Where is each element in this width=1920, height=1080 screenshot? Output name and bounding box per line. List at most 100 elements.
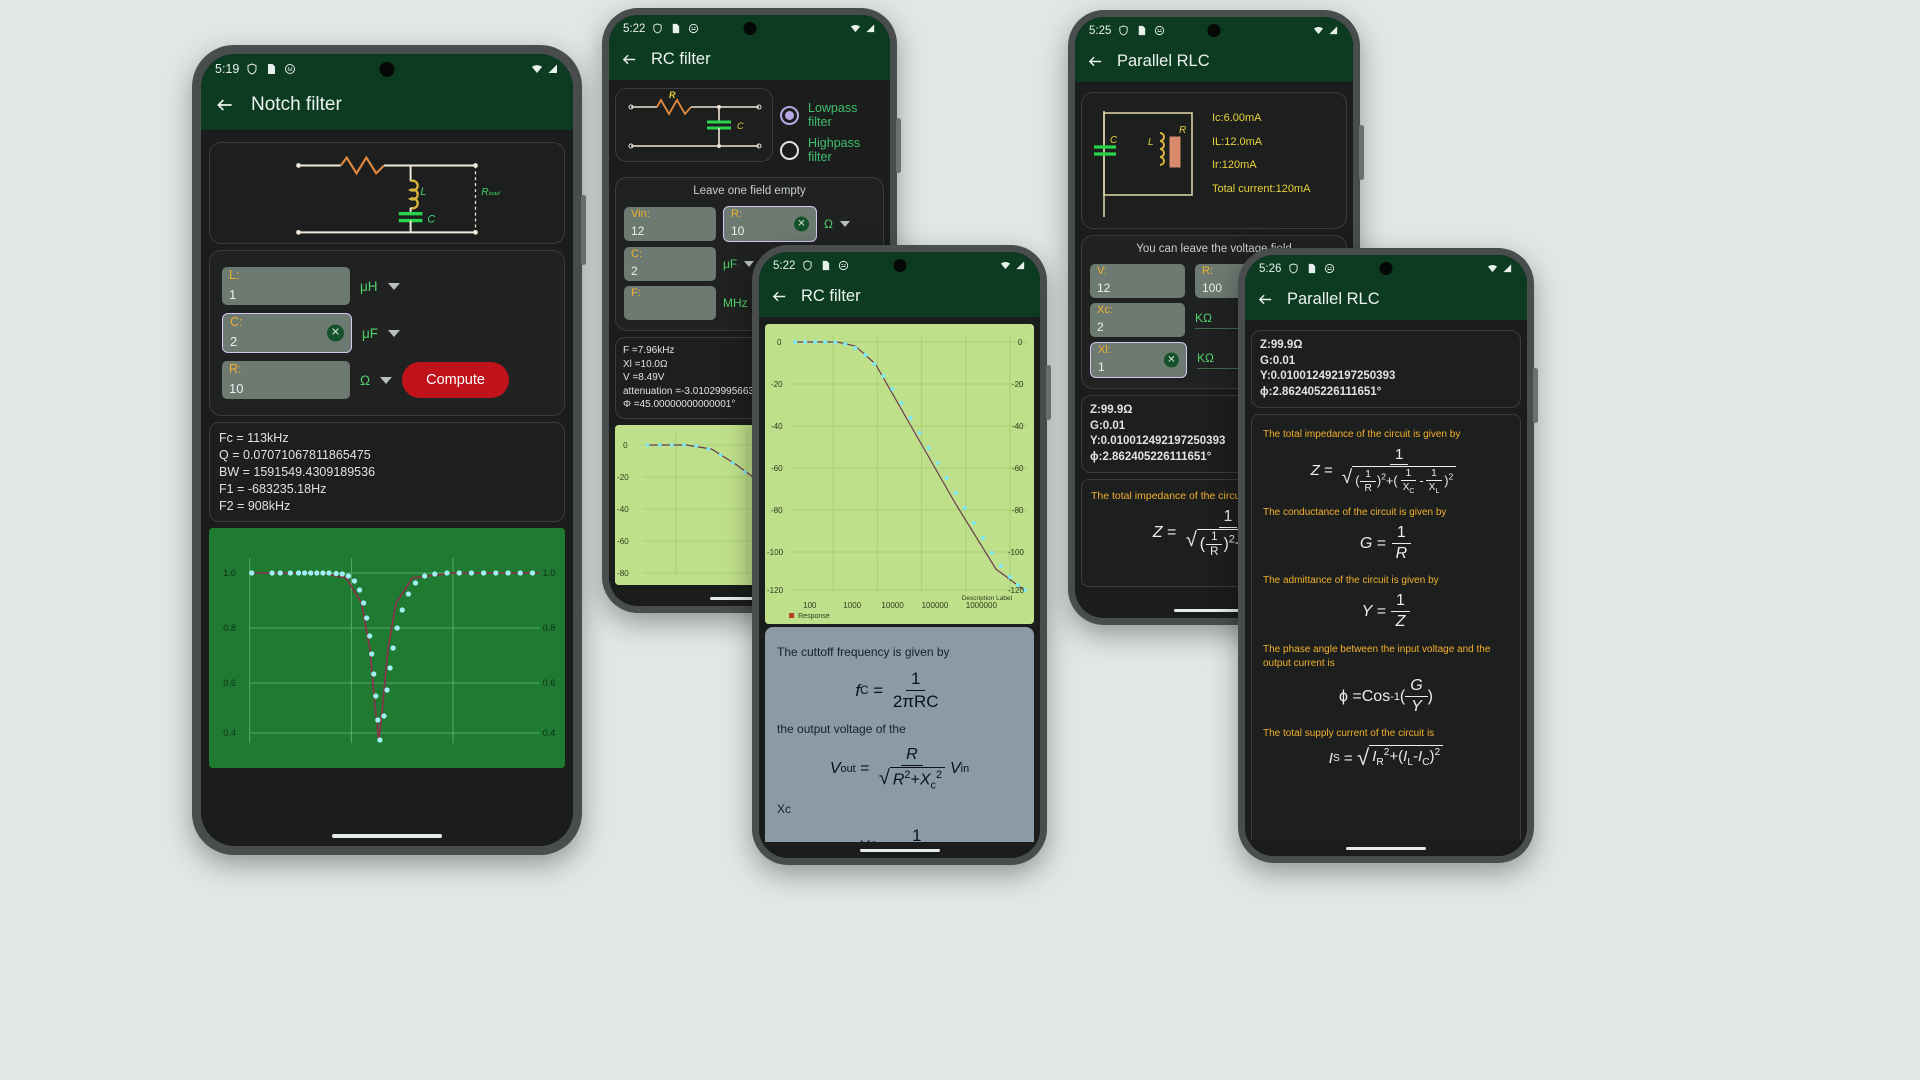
svg-text:-60: -60: [771, 464, 783, 473]
home-indicator[interactable]: [1346, 846, 1426, 850]
svg-text:-20: -20: [771, 380, 783, 389]
result-phi: ϕ:2.862405226111651°: [1260, 385, 1382, 398]
field-label: Vin:: [631, 208, 650, 220]
resistor-label: R: [1179, 125, 1186, 136]
svg-text:1.0: 1.0: [223, 568, 236, 578]
app-bar: Notch filter: [201, 84, 573, 130]
back-arrow-icon[interactable]: [1257, 291, 1274, 308]
chevron-down-icon[interactable]: [388, 329, 401, 337]
chevron-down-icon[interactable]: [744, 261, 755, 267]
result-line: Q = 0.07071067811865475: [219, 447, 371, 462]
unit-label: μF: [362, 325, 379, 341]
clear-icon[interactable]: ✕: [327, 324, 344, 342]
chevron-down-icon[interactable]: [839, 221, 850, 227]
status-bar: 5:22: [609, 15, 890, 42]
field-label: Xc:: [1097, 304, 1113, 316]
rc-bode-chart[interactable]: 0 -20 -40 -60 -80 -100 -120 0 -20 -40 -60 -80 -10…: [765, 324, 1034, 624]
phone-rc-filter-graph: 5:22 RC filter 0 -20 -40 -60 -80 -100 -1…: [752, 245, 1051, 865]
result-line: ϕ:2.862405226111651°: [1260, 385, 1512, 401]
unit-label: KΩ: [1197, 351, 1214, 365]
compute-button[interactable]: Compute: [402, 362, 509, 398]
formula-caption-supply-current: The total supply current of the circuit …: [1263, 728, 1435, 740]
unit-label: KΩ: [1195, 311, 1212, 325]
svg-text:0.6: 0.6: [223, 678, 236, 688]
conductance-formula: G = 1R: [1263, 524, 1509, 563]
signal-icon: [1016, 261, 1025, 270]
chevron-down-icon[interactable]: [387, 282, 400, 290]
resistance-input[interactable]: R: 10 ✕: [723, 206, 817, 242]
result-y: Y:0.010012492197250393: [1260, 370, 1396, 383]
back-arrow-icon[interactable]: [215, 95, 235, 115]
capacitance-input[interactable]: C: 2: [624, 247, 716, 281]
vin-input[interactable]: Vin: 12: [624, 207, 716, 241]
result-line: F1 = -683235.18Hz: [219, 481, 327, 496]
home-indicator[interactable]: [859, 848, 940, 852]
resistance-input[interactable]: R: 10: [222, 361, 350, 399]
xl-input[interactable]: Xl: 1 ✕: [1090, 342, 1187, 378]
field-label: L:: [229, 268, 240, 282]
voltage-input[interactable]: V: 12: [1090, 264, 1185, 298]
radio-highpass[interactable]: Highpass filter: [780, 136, 884, 164]
capacitor-label: C: [737, 121, 744, 131]
circuit-diagram-parallel-rlc: C L R Ic:6.00mA IL:12.0mA Ir:120mA Total…: [1081, 92, 1347, 229]
supply-current-formula: IS = √ IR2+(IL-IC)2: [1263, 745, 1509, 771]
power-button[interactable]: [1359, 125, 1364, 180]
inductance-input[interactable]: L: 1: [222, 267, 350, 305]
wifi-icon: [850, 24, 861, 33]
svg-text:0.4: 0.4: [543, 728, 556, 738]
svg-text:-40: -40: [617, 505, 629, 514]
field-row-c: C: 2 ✕ μF: [222, 313, 552, 353]
radio-lowpass[interactable]: Lowpass filter: [780, 101, 884, 129]
power-button[interactable]: [1046, 365, 1051, 420]
power-button[interactable]: [1533, 368, 1538, 423]
svg-text:Description Label: Description Label: [962, 595, 1013, 602]
impedance-formula: Z = 1 √(1 R)2+(1 XC -1 XL)2: [1263, 446, 1509, 495]
frequency-input[interactable]: F:: [624, 286, 716, 320]
shield-icon: [1119, 25, 1129, 36]
circuit-diagram-notch: L C Rload: [209, 142, 565, 244]
formula-caption-phase: The phase angle between the input voltag…: [1263, 644, 1491, 670]
result-line: Fc = 113kHz: [219, 431, 289, 445]
clear-icon[interactable]: ✕: [794, 216, 809, 232]
result-phi: ϕ:2.862405226111651°: [1090, 450, 1212, 463]
capacitor-label: C: [427, 214, 435, 226]
back-arrow-icon[interactable]: [1087, 53, 1104, 70]
svg-text:0.8: 0.8: [543, 623, 556, 633]
clear-icon[interactable]: ✕: [1164, 352, 1179, 368]
field-label: C:: [631, 248, 642, 260]
chevron-down-icon[interactable]: [380, 376, 393, 384]
xc-input[interactable]: Xc: 2: [1090, 303, 1185, 337]
power-button[interactable]: [896, 118, 901, 173]
home-indicator[interactable]: [332, 834, 442, 838]
wifi-icon: [1313, 26, 1324, 35]
output-voltage-formula: Vout = R √ R2+Xc2 Vin: [829, 746, 970, 792]
back-arrow-icon[interactable]: [771, 288, 788, 305]
value-total-current: Total current:120mA: [1212, 182, 1311, 195]
field-value: 2: [631, 264, 638, 278]
front-camera: [379, 61, 395, 77]
hint-text: Leave one field empty: [693, 185, 806, 197]
svg-text:-40: -40: [1012, 422, 1024, 431]
signal-icon: [548, 64, 557, 73]
notch-response-chart[interactable]: 1.0 0.8 0.6 0.4 1.0 0.8 0.6 0.4: [209, 528, 565, 769]
emoji-icon: [839, 260, 849, 271]
formula-panel: The total impedance of the circuit is gi…: [1251, 414, 1521, 856]
back-arrow-icon[interactable]: [621, 51, 638, 68]
cutoff-frequency-formula: fC = 1 2πRC: [855, 669, 939, 711]
result-g: G:0.01: [1090, 419, 1126, 432]
status-time: 5:26: [1259, 262, 1282, 275]
power-button[interactable]: [581, 195, 586, 265]
sd-card-icon: [823, 260, 830, 271]
unit-label: μH: [360, 278, 378, 294]
result-line: G:0.01: [1260, 354, 1512, 370]
unit-label: MHz: [723, 296, 748, 310]
status-bar: 5:26: [1245, 255, 1527, 282]
results-panel: Z:99.9Ω G:0.01 Y:0.010012492197250393 ϕ:…: [1251, 330, 1521, 409]
phase-angle-formula: ϕ =Cos -1(G Y): [1339, 677, 1433, 716]
capacitance-input[interactable]: C: 2 ✕: [222, 313, 352, 353]
status-time: 5:22: [623, 22, 646, 35]
svg-text:0: 0: [1018, 338, 1023, 347]
phone-parallel-rlc-formulas: 5:26 Parallel RLC Z:99.9Ω G:0.01 Y:0.010…: [1238, 248, 1538, 863]
sd-card-icon: [1139, 25, 1146, 36]
radio-label: Lowpass filter: [808, 101, 858, 129]
